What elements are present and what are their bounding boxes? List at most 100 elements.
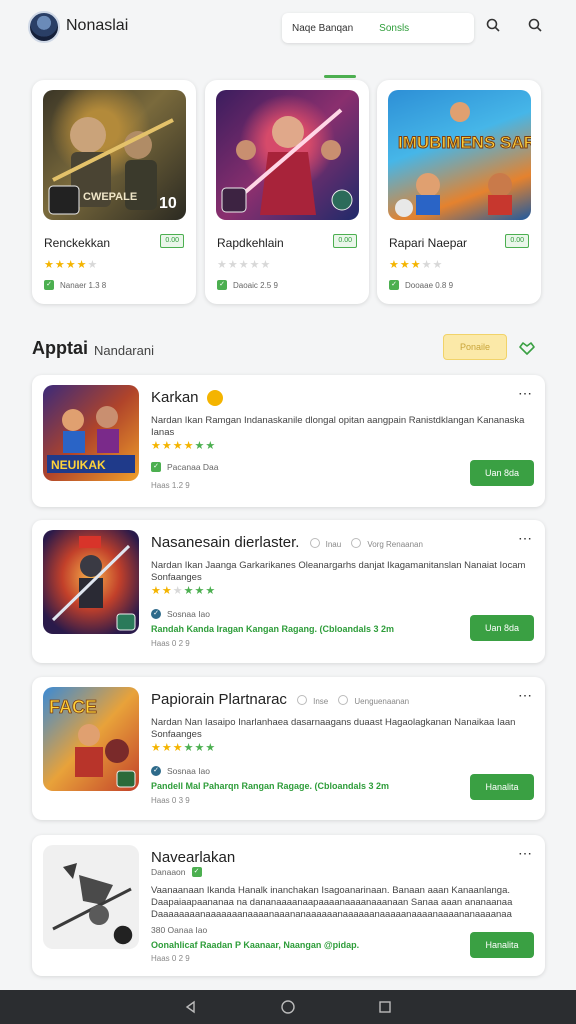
app-status-row: ✓ Pacanaa Daa [151, 462, 219, 472]
favorite-icon[interactable] [518, 339, 536, 357]
app-status-row: ✓ Sosnaa Iao [151, 766, 210, 776]
check-icon: ✓ [151, 609, 161, 619]
app-description: Nardan Ikan Ramgan Indanaskanile dlongal… [151, 415, 525, 438]
back-icon[interactable] [183, 999, 199, 1015]
app-tag: Inau [325, 540, 342, 549]
check-icon: ✓ [389, 280, 399, 290]
featured-name: Rapdkehlain [217, 236, 284, 250]
app-status-row: 380 Oanaa Iao [151, 925, 207, 935]
check-icon: ✓ [151, 462, 161, 472]
app-title-text: Papiorain Plartnarac [151, 691, 287, 708]
featured-card[interactable]: IMUBIMENS SARI SARIS Rapari Naepar 0.00 … [377, 80, 541, 304]
app-title: Nasanesain dierlaster. Inau Vorg Renaana… [151, 534, 423, 551]
app-tag: Danaaon [151, 867, 186, 877]
app-thumbnail-art: FACE [43, 687, 139, 791]
featured-name: Renckekkan [44, 236, 111, 250]
install-button[interactable]: Uan 8da [470, 460, 534, 486]
install-button[interactable]: Hanalita [470, 774, 534, 800]
star-rating: ★★★★★★ [151, 585, 217, 597]
featured-art: IMUBIMENS SARI SARIS [388, 90, 531, 220]
app-thumbnail-text: NEUIKAK [51, 458, 106, 472]
app-title: Karkan [151, 389, 223, 407]
app-tag: Inse [313, 697, 329, 706]
app-highlight: Oonahlicaf Raadan P Kaanaar, Naangan @pi… [151, 940, 360, 950]
app-status-text: Sosnaa Iao [167, 609, 211, 619]
star-rating: ★★★★★★ [151, 440, 217, 452]
app-description: Vaanaanaan Ikanda Hanalk inanchakan Isag… [151, 885, 513, 920]
featured-meta-text: Nanaer 1.3 8 [60, 280, 107, 290]
app-card[interactable]: Navearlakan ⋯ Danaaon ✓ Vaanaanaan Ikand… [32, 835, 545, 976]
check-icon: ✓ [44, 280, 54, 290]
app-status-text: Pacanaa Daa [167, 462, 219, 472]
filter-button[interactable]: Ponaile [443, 334, 507, 360]
app-size: Haas 0 3 9 [151, 796, 190, 805]
recents-icon[interactable] [377, 999, 393, 1015]
star-rating: ★★★★★★ [151, 742, 217, 754]
star-rating: ★★★★★ [217, 259, 272, 271]
search-input[interactable]: Naqe Banqan Sonsls [282, 13, 474, 43]
featured-art-text: CWEPALE [83, 191, 137, 203]
featured-badge: 0.00 [160, 234, 184, 248]
featured-art-number: 10 [159, 195, 177, 212]
featured-badge: 0.00 [333, 234, 357, 248]
star-rating: ★★★★★ [389, 259, 444, 271]
featured-meta-text: Dooaae 0.8 9 [405, 280, 454, 290]
search-icon[interactable] [485, 17, 505, 37]
app-title: Nonaslai [66, 17, 129, 34]
featured-art [216, 90, 359, 220]
info-icon [297, 695, 308, 706]
featured-meta-text: Daoaic 2.5 9 [233, 280, 278, 290]
more-options-icon[interactable]: ⋯ [518, 687, 533, 704]
section-subtitle: Nandarani [94, 343, 154, 358]
app-card[interactable]: NEUIKAK Karkan ⋯ Nardan Ikan Ramgan Inda… [32, 375, 545, 507]
app-title: Papiorain Plartnarac Inse Uenguenaanan [151, 691, 409, 708]
avatar[interactable] [28, 11, 60, 43]
check-icon: ✓ [191, 867, 202, 877]
app-status-row: ✓ Sosnaa Iao [151, 609, 210, 619]
app-tag-row: Danaaon ✓ [151, 867, 208, 877]
info-icon [338, 695, 349, 706]
app-thumbnail-art [43, 530, 139, 634]
app-card[interactable]: Nasanesain dierlaster. Inau Vorg Renaana… [32, 520, 545, 663]
app-thumbnail [43, 530, 139, 634]
more-options-icon[interactable]: ⋯ [518, 530, 533, 547]
featured-art-illustration [221, 108, 353, 215]
home-icon[interactable] [280, 999, 296, 1015]
star-rating: ★★★★★ [44, 259, 99, 271]
info-icon [351, 538, 362, 549]
app-thumbnail-text: FACE [49, 697, 97, 717]
featured-art-illustration: IMUBIMENS SARI SARIS [395, 102, 531, 217]
sort-label[interactable]: Sonsls [379, 23, 409, 34]
featured-meta: ✓ Nanaer 1.3 8 [44, 280, 106, 290]
app-title: Navearlakan [151, 849, 235, 866]
app-size: Haas 1.2 9 [151, 481, 190, 490]
app-thumbnail-art: NEUIKAK [47, 406, 135, 473]
app-tag: Uenguenaanan [354, 697, 410, 706]
featured-art: CWEPALE 10 [43, 90, 186, 220]
check-icon: ✓ [151, 766, 161, 776]
app-description: Nardan Nan Iasaipo Inarlanhaea dasarnaag… [151, 717, 516, 740]
more-options-icon[interactable]: ⋯ [518, 845, 533, 862]
featured-card[interactable]: CWEPALE 10 Renckekkan 0.00 ★★★★★ ✓ Nanae… [32, 80, 196, 304]
app-highlight: Randah Kanda Iragan Kangan Ragang. (Cblo… [151, 624, 395, 634]
app-header: Nonaslai Naqe Banqan Sonsls [0, 0, 576, 56]
system-navigation-bar [0, 990, 576, 1024]
more-options-icon[interactable]: ⋯ [518, 385, 533, 402]
app-thumbnail: NEUIKAK [43, 385, 139, 481]
featured-badge: 0.00 [505, 234, 529, 248]
app-card[interactable]: FACE Papiorain Plartnarac Inse Uenguenaa… [32, 677, 545, 820]
app-title-text: Nasanesain dierlaster. [151, 534, 300, 551]
app-size: Haas 0 2 9 [151, 639, 190, 648]
search-icon[interactable] [527, 17, 547, 37]
app-thumbnail [43, 845, 139, 949]
app-status-text: 380 Oanaa Iao [151, 925, 208, 935]
install-button[interactable]: Hanalita [470, 932, 534, 958]
featured-art-illustration: CWEPALE 10 [48, 117, 177, 215]
app-size: Haas 0 2 9 [151, 954, 190, 963]
install-button[interactable]: Uan 8da [470, 615, 534, 641]
app-status-text: Sosnaa Iao [167, 766, 211, 776]
featured-art-text: IMUBIMENS SARI SARIS [398, 133, 531, 152]
app-highlight: Pandell Mal Paharqn Rangan Ragage. (Cblo… [151, 781, 390, 791]
featured-meta: ✓ Dooaae 0.8 9 [389, 280, 453, 290]
featured-card[interactable]: Rapdkehlain 0.00 ★★★★★ ✓ Daoaic 2.5 9 [205, 80, 369, 304]
